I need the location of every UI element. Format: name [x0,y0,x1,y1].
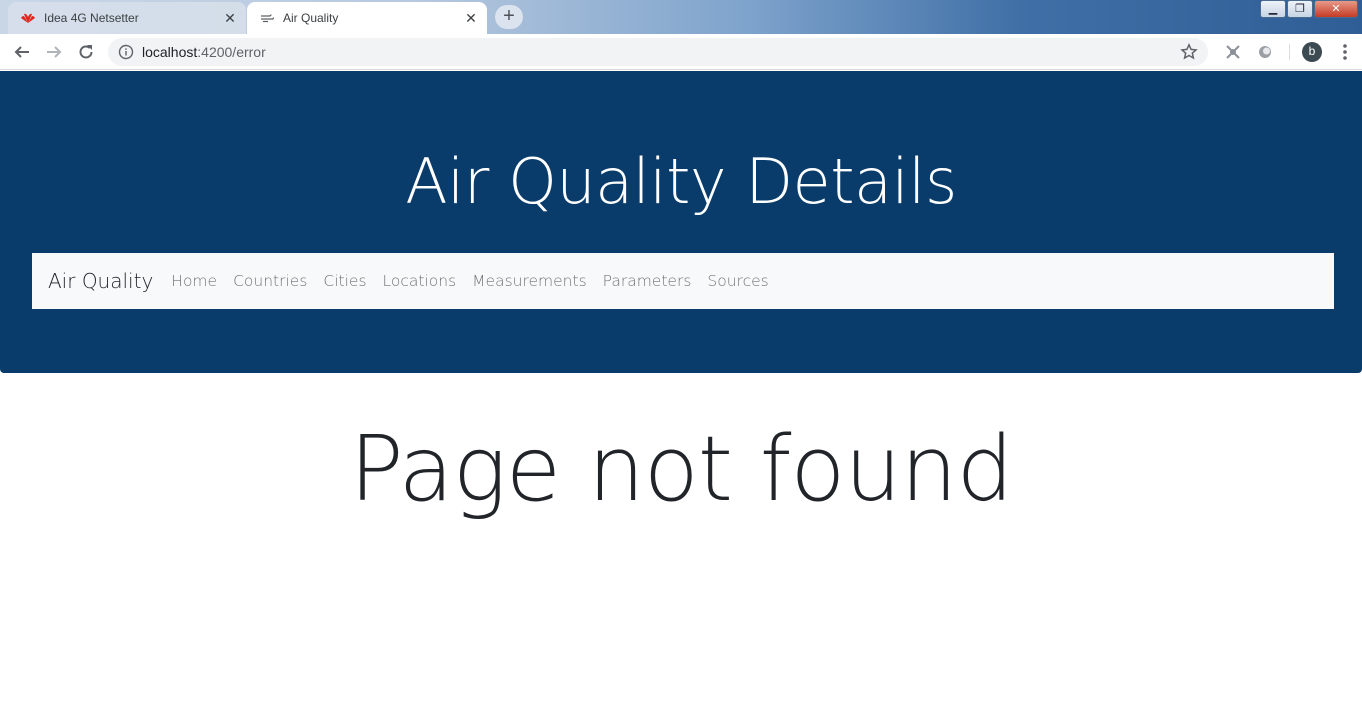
info-icon [118,44,134,60]
navbar-brand[interactable]: Air Quality [48,269,153,293]
tab-title: Idea 4G Netsetter [44,11,139,25]
back-arrow-icon [14,46,29,58]
nav-link-countries[interactable]: Countries [233,272,307,290]
restore-button[interactable]: ❐ [1287,0,1313,18]
extension-icon[interactable] [1223,42,1243,62]
toolbar-divider [1289,44,1290,60]
new-tab-button[interactable]: + [495,5,523,29]
url-text: localhost:4200/error [142,44,266,60]
browser-toolbar: localhost:4200/error b [0,34,1362,70]
close-icon[interactable]: ✕ [222,10,238,26]
jumbotron-header: Air Quality Details Air Quality Home Cou… [0,71,1362,373]
page-not-found-message: Page not found [349,417,1013,522]
main-navbar: Air Quality Home Countries Cities Locati… [32,253,1334,309]
window-close-button[interactable]: ✕ [1314,0,1358,18]
browser-tab-air-quality[interactable]: Air Quality ✕ [247,2,487,34]
nav-link-locations[interactable]: Locations [383,272,457,290]
bookmark-star-icon[interactable] [1180,43,1198,61]
kebab-menu-icon[interactable] [1335,42,1355,62]
reload-icon [79,45,93,59]
nav-link-home[interactable]: Home [171,272,217,290]
nav-link-parameters[interactable]: Parameters [603,272,692,290]
address-bar[interactable]: localhost:4200/error [108,38,1208,66]
forward-arrow-icon [47,46,62,58]
minimize-button[interactable]: ▁ [1260,0,1286,18]
huawei-logo-icon [20,10,36,26]
nav-link-measurements[interactable]: Measurements [472,272,587,290]
nav-link-cities[interactable]: Cities [323,272,366,290]
air-quality-favicon-icon [259,10,275,26]
window-controls: ▁ ❐ ✕ [1259,0,1358,18]
tab-title: Air Quality [283,11,339,25]
reload-button[interactable] [74,40,98,64]
page-title: Air Quality Details [405,145,957,218]
back-button[interactable] [10,40,34,64]
profile-avatar[interactable]: b [1302,42,1322,62]
extension-circle-icon[interactable] [1255,42,1275,62]
browser-tab-strip: Idea 4G Netsetter ✕ Air Quality ✕ + ▁ ❐ … [0,0,1362,34]
forward-button[interactable] [42,40,66,64]
nav-link-sources[interactable]: Sources [707,272,768,290]
browser-tab-idea[interactable]: Idea 4G Netsetter ✕ [8,2,246,34]
close-icon[interactable]: ✕ [463,10,479,26]
